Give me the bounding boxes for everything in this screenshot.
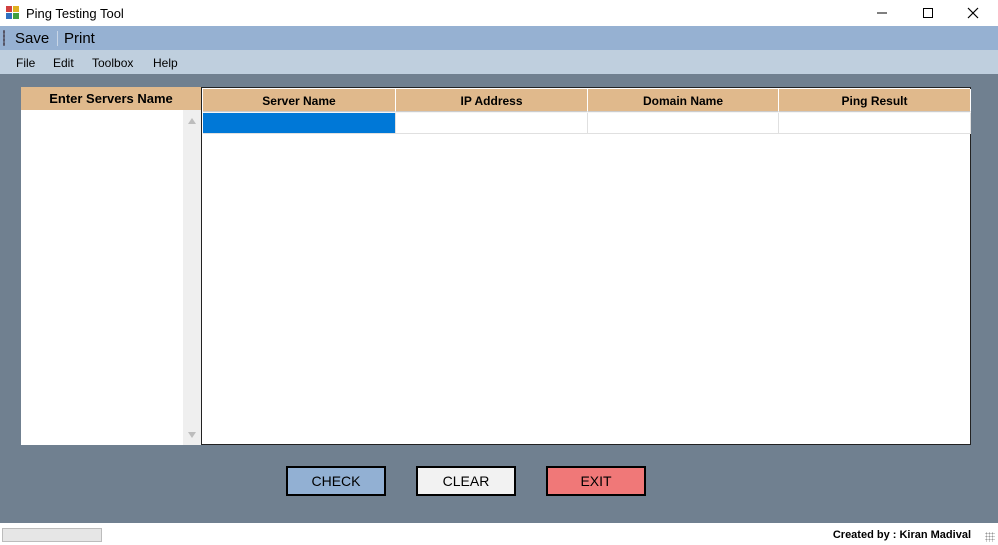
toolstrip-grip[interactable]	[3, 30, 5, 46]
clear-button[interactable]: CLEAR	[416, 466, 516, 496]
minimize-icon	[877, 12, 887, 14]
cell-ping-result[interactable]	[779, 113, 971, 134]
maximize-button[interactable]	[905, 0, 951, 26]
results-grid[interactable]: Server Name IP Address Domain Name Ping …	[201, 87, 971, 445]
menu-file[interactable]: File	[16, 56, 35, 70]
status-bar: Created by : Kiran Madival	[0, 523, 998, 545]
menu-toolbox[interactable]: Toolbox	[92, 56, 133, 70]
app-icon	[6, 6, 19, 19]
exit-button[interactable]: EXIT	[546, 466, 646, 496]
scroll-down-icon[interactable]	[188, 432, 196, 438]
column-header-ping-result[interactable]: Ping Result	[779, 89, 971, 112]
servers-scrollbar[interactable]	[183, 110, 201, 445]
scroll-up-icon[interactable]	[188, 118, 196, 124]
servers-panel-header: Enter Servers Name	[21, 87, 201, 110]
cell-ip-address[interactable]	[396, 113, 588, 134]
grid-header-row: Server Name IP Address Domain Name Ping …	[203, 89, 971, 113]
save-button[interactable]: Save	[15, 30, 49, 47]
close-button[interactable]	[950, 0, 996, 26]
print-button[interactable]: Print	[64, 30, 95, 47]
toolstrip: Save Print	[0, 26, 998, 50]
toolstrip-separator	[57, 31, 58, 46]
menu-edit[interactable]: Edit	[53, 56, 74, 70]
maximize-icon	[923, 8, 933, 18]
column-header-server-name[interactable]: Server Name	[203, 89, 396, 112]
close-icon	[967, 7, 979, 19]
menu-bar: File Edit Toolbox Help	[0, 50, 998, 74]
progress-bar	[2, 528, 102, 542]
table-row[interactable]	[203, 113, 971, 134]
credit-label: Created by : Kiran Madival	[832, 529, 971, 541]
window-title: Ping Testing Tool	[26, 6, 124, 21]
minimize-button[interactable]	[859, 0, 905, 26]
cell-server-name[interactable]	[203, 113, 396, 134]
servers-textbox[interactable]	[21, 110, 183, 445]
resize-grip-icon[interactable]	[985, 532, 995, 542]
column-header-domain-name[interactable]: Domain Name	[588, 89, 779, 112]
title-bar: Ping Testing Tool	[0, 0, 998, 26]
check-button[interactable]: CHECK	[286, 466, 386, 496]
menu-help[interactable]: Help	[153, 56, 178, 70]
column-header-ip-address[interactable]: IP Address	[396, 89, 588, 112]
servers-panel: Enter Servers Name	[21, 87, 201, 445]
cell-domain-name[interactable]	[588, 113, 779, 134]
